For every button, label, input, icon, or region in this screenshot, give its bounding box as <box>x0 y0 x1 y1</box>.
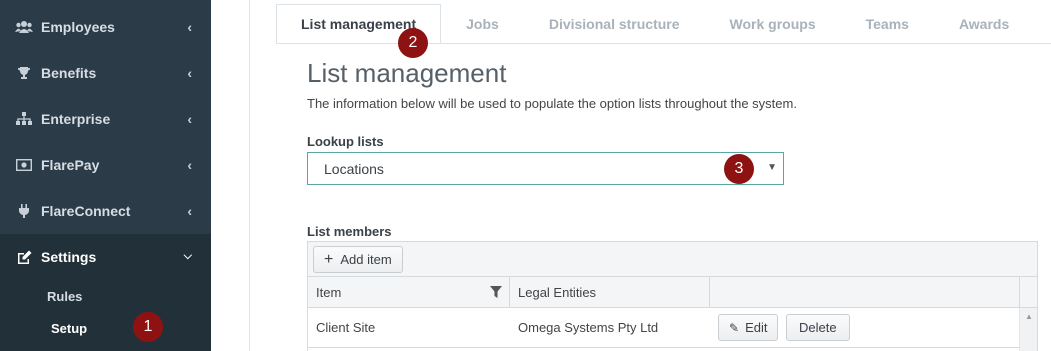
chevron-left-icon: ‹ <box>187 111 192 127</box>
column-header-legal-entities[interactable]: Legal Entities <box>510 277 710 307</box>
sidebar-item-label: Benefits <box>41 65 97 81</box>
lookup-lists-value: Locations <box>324 160 384 177</box>
trophy-icon <box>14 65 34 81</box>
content-gutter <box>211 0 250 351</box>
sidebar-item-benefits[interactable]: Benefits ‹ <box>0 50 211 96</box>
tab-jobs[interactable]: Jobs <box>441 4 524 44</box>
cell-item: Client Site <box>316 320 376 335</box>
tab-awards[interactable]: Awards <box>934 4 1034 44</box>
page-description: The information below will be used to po… <box>307 96 797 111</box>
callout-badge-1: 1 <box>133 312 163 342</box>
sidebar-item-flarepay[interactable]: FlarePay ‹ <box>0 142 211 188</box>
sidebar: Employees ‹ Benefits ‹ Enterprise ‹ Flar… <box>0 0 211 351</box>
chevron-down-icon: ⌵ <box>183 250 192 262</box>
grid-toolbar: + Add item <box>308 242 1037 277</box>
filter-icon[interactable] <box>490 286 502 301</box>
pencil-icon: ✎ <box>729 320 740 335</box>
table-row: Client Site Omega Systems Pty Ltd ✎ Edit… <box>308 308 1019 348</box>
sidebar-subitem-rules[interactable]: Rules <box>47 289 82 304</box>
chevron-left-icon: ‹ <box>187 157 192 173</box>
callout-badge-2: 2 <box>398 28 428 58</box>
page-title: List management <box>307 58 507 88</box>
tab-teams[interactable]: Teams <box>841 4 934 44</box>
sidebar-item-flareconnect[interactable]: FlareConnect ‹ <box>0 188 211 234</box>
list-members-grid: + Add item Item Legal Entities Client Si… <box>307 241 1038 351</box>
lookup-lists-label: Lookup lists <box>307 134 384 149</box>
sidebar-item-enterprise[interactable]: Enterprise ‹ <box>0 96 211 142</box>
grid-header: Item Legal Entities <box>308 277 1037 308</box>
plus-icon: + <box>324 250 334 268</box>
sidebar-item-label: Employees <box>41 19 115 35</box>
sidebar-item-label: FlareConnect <box>41 203 131 219</box>
sidebar-item-label: FlarePay <box>41 157 100 173</box>
chevron-left-icon: ‹ <box>187 203 192 219</box>
sidebar-item-label: Enterprise <box>41 111 111 127</box>
add-item-button[interactable]: + Add item <box>313 246 403 273</box>
add-item-label: Add item <box>340 252 392 267</box>
tab-work-groups[interactable]: Work groups <box>705 4 841 44</box>
callout-badge-3: 3 <box>724 154 754 184</box>
lookup-lists-select[interactable]: Locations ▼ <box>307 152 784 185</box>
chevron-left-icon: ‹ <box>187 65 192 81</box>
users-icon <box>14 19 34 35</box>
sidebar-subitem-setup[interactable]: Setup <box>51 321 87 336</box>
divider <box>249 0 250 351</box>
delete-label: Delete <box>799 320 837 335</box>
column-header-actions <box>710 277 1020 307</box>
delete-button[interactable]: Delete <box>786 314 850 341</box>
sidebar-item-label: Settings <box>41 249 97 265</box>
edit-button[interactable]: ✎ Edit <box>718 314 779 341</box>
sidebar-item-employees[interactable]: Employees ‹ <box>0 4 211 50</box>
tab-underline <box>276 43 1051 44</box>
scroll-up-icon[interactable]: ▲ <box>1025 312 1033 321</box>
settings-submenu <box>0 280 211 351</box>
list-members-label: List members <box>307 224 392 239</box>
cell-legal-entities: Omega Systems Pty Ltd <box>518 320 659 335</box>
caret-down-icon: ▼ <box>767 162 777 173</box>
tab-bar: List management Jobs Divisional structur… <box>276 4 1034 44</box>
vertical-scrollbar[interactable]: ▲ <box>1019 308 1037 351</box>
money-icon <box>14 157 34 173</box>
column-header-label: Legal Entities <box>518 284 597 300</box>
column-header-label: Item <box>316 284 342 300</box>
edit-icon <box>14 249 34 265</box>
edit-label: Edit <box>745 320 768 335</box>
sitemap-icon <box>14 111 34 127</box>
chevron-left-icon: ‹ <box>187 19 192 35</box>
plug-icon <box>14 203 34 219</box>
sidebar-item-settings[interactable]: Settings ⌵ <box>0 234 211 280</box>
tab-divisional-structure[interactable]: Divisional structure <box>524 4 705 44</box>
column-header-item[interactable]: Item <box>308 277 510 307</box>
